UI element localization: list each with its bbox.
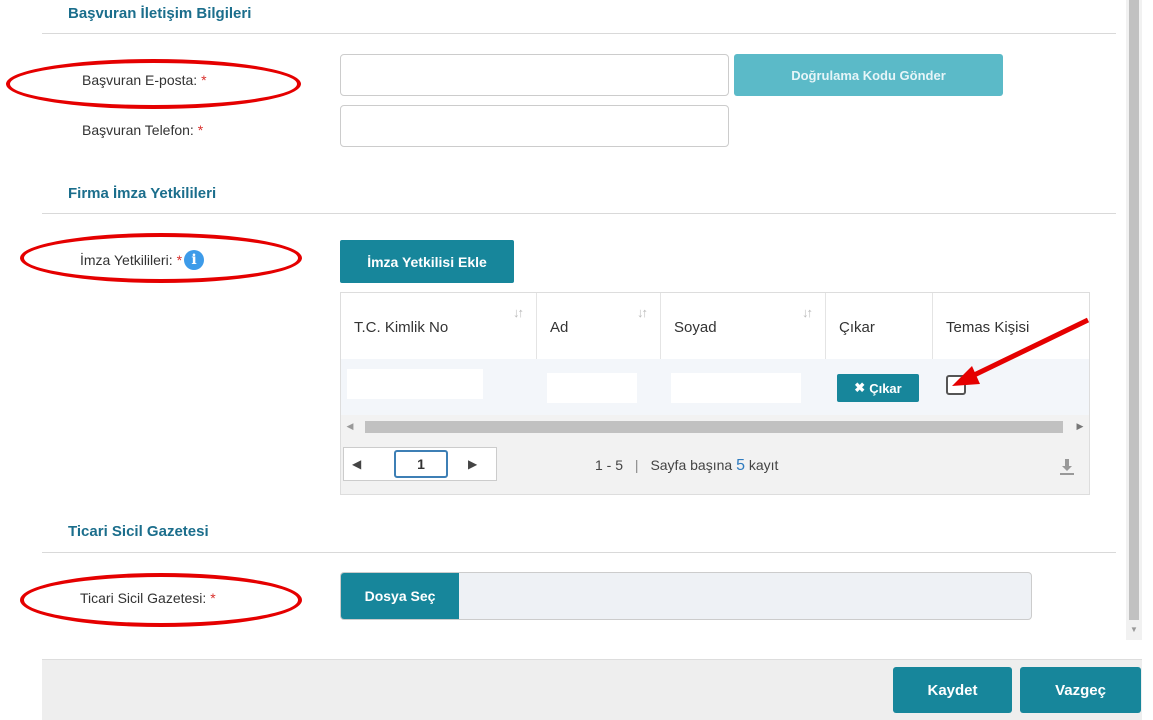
- remove-row-button[interactable]: ✖ Çıkar: [837, 374, 919, 402]
- horizontal-scrollbar[interactable]: ◀ ▶: [341, 417, 1089, 435]
- sort-icon[interactable]: ↓↑: [802, 305, 813, 320]
- close-icon: ✖: [854, 380, 866, 395]
- highlight-ellipse: [20, 573, 302, 627]
- scroll-left-icon[interactable]: ◀: [341, 421, 359, 433]
- save-button[interactable]: Kaydet: [893, 667, 1012, 713]
- cell-soyad: [671, 373, 801, 403]
- email-input[interactable]: [340, 54, 729, 96]
- gazette-section-title: Ticari Sicil Gazetesi: [68, 523, 209, 540]
- column-header-soyad[interactable]: Soyad ↓↑: [661, 293, 826, 359]
- sort-icon[interactable]: ↓↑: [637, 305, 648, 320]
- pager-info: 1 - 5 | Sayfa başına 5 kayıt: [595, 457, 779, 474]
- column-header-tc[interactable]: T.C. Kimlik No ↓↑: [341, 293, 537, 359]
- send-verification-code-button[interactable]: Doğrulama Kodu Gönder: [734, 54, 1003, 96]
- divider: [42, 33, 1116, 34]
- next-page-icon[interactable]: ▶: [468, 457, 477, 471]
- phone-input[interactable]: [340, 105, 729, 147]
- cell-tc: [347, 369, 483, 399]
- per-page-selector[interactable]: 5: [736, 457, 745, 474]
- divider: [42, 552, 1116, 553]
- column-header-ad[interactable]: Ad ↓↑: [537, 293, 661, 359]
- phone-label: Başvuran Telefon: *: [82, 122, 204, 138]
- cell-ad: [547, 373, 637, 403]
- download-icon[interactable]: [1059, 457, 1075, 477]
- highlight-ellipse: [20, 233, 302, 283]
- file-upload-field[interactable]: Dosya Seç: [340, 572, 1032, 620]
- highlight-ellipse: [6, 59, 301, 109]
- add-signatory-button[interactable]: İmza Yetkilisi Ekle: [340, 240, 514, 283]
- divider: [42, 213, 1116, 214]
- pager: ◀ 1 ▶: [343, 447, 497, 481]
- annotation-arrow-icon: [952, 317, 1090, 386]
- vertical-scroll-thumb[interactable]: [1129, 0, 1139, 620]
- scroll-right-icon[interactable]: ▶: [1071, 421, 1089, 433]
- cancel-button[interactable]: Vazgeç: [1020, 667, 1141, 713]
- current-page[interactable]: 1: [394, 450, 448, 478]
- choose-file-button[interactable]: Dosya Seç: [341, 573, 459, 619]
- sort-icon[interactable]: ↓↑: [513, 305, 524, 320]
- signatories-section-title: Firma İmza Yetkilileri: [68, 185, 217, 202]
- column-header-cikar: Çıkar: [826, 293, 933, 359]
- scroll-thumb[interactable]: [365, 421, 1063, 433]
- prev-page-icon[interactable]: ◀: [352, 457, 361, 471]
- scroll-down-icon[interactable]: ▼: [1129, 625, 1139, 634]
- contact-section-title: Başvuran İletişim Bilgileri: [68, 5, 252, 22]
